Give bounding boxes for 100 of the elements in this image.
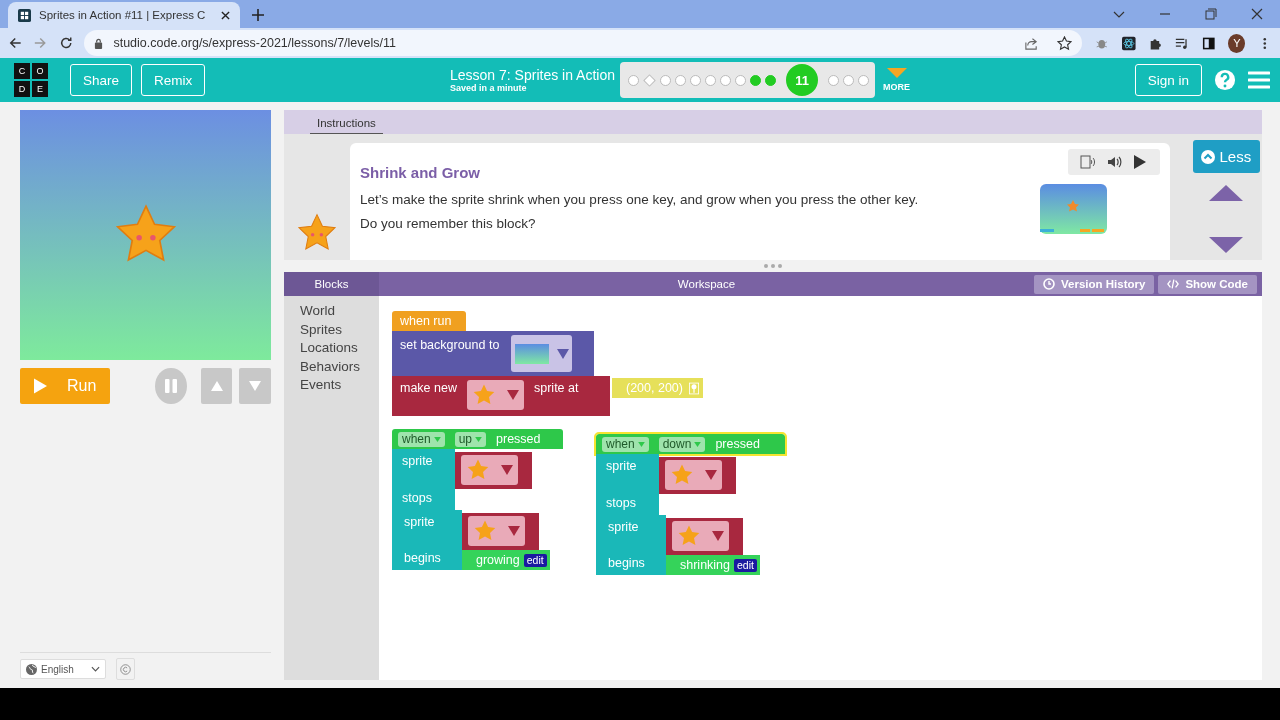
sprite-input-block[interactable] bbox=[666, 518, 743, 555]
block-label: set background to bbox=[400, 337, 500, 353]
copyright-icon bbox=[120, 663, 131, 675]
event-dropdown[interactable]: when bbox=[602, 436, 649, 452]
block-label: make new bbox=[400, 380, 457, 396]
block-label: begins bbox=[404, 550, 442, 566]
block-label: sprite bbox=[608, 519, 640, 535]
key-dropdown[interactable]: up bbox=[454, 431, 487, 447]
clock-icon bbox=[1043, 278, 1055, 290]
block-label: sprite bbox=[402, 453, 434, 469]
level-dot[interactable] bbox=[843, 74, 854, 86]
sprite-dropdown[interactable] bbox=[665, 460, 722, 490]
menu-icon[interactable] bbox=[1248, 71, 1270, 89]
block-label: stops bbox=[402, 490, 433, 506]
toolbox-category[interactable]: Behaviors bbox=[300, 357, 379, 376]
up-arrow-icon bbox=[210, 381, 223, 391]
immersive-reader-icon[interactable] bbox=[1080, 154, 1096, 170]
down-arrow-icon bbox=[249, 381, 262, 391]
toolbox-category[interactable]: World bbox=[300, 302, 379, 321]
lock-icon bbox=[94, 37, 104, 49]
instruction-title: Shrink and Grow bbox=[360, 164, 480, 181]
back-icon[interactable] bbox=[8, 35, 23, 51]
help-icon[interactable] bbox=[1214, 69, 1236, 91]
level-dot[interactable] bbox=[660, 74, 671, 86]
tab-title: Sprites in Action #11 | Express C bbox=[39, 9, 207, 21]
toolbox-category[interactable]: Locations bbox=[300, 339, 379, 358]
behavior-block[interactable]: shrinking edit bbox=[666, 555, 760, 575]
code-block[interactable]: set background to bbox=[392, 331, 594, 376]
caret-icon bbox=[507, 526, 520, 536]
block-label: sprite bbox=[606, 458, 638, 474]
scroll-up-icon[interactable] bbox=[1209, 185, 1243, 201]
star-icon bbox=[670, 463, 695, 487]
sprite-dropdown[interactable] bbox=[468, 516, 525, 546]
sprite-input-block[interactable] bbox=[455, 452, 532, 489]
star-icon bbox=[677, 524, 702, 548]
scroll-down-icon[interactable] bbox=[1209, 237, 1243, 253]
caret-icon bbox=[711, 531, 724, 541]
background-dropdown[interactable] bbox=[511, 335, 573, 372]
caret-icon bbox=[704, 470, 717, 480]
chevron-up-icon bbox=[1200, 149, 1215, 164]
language-select[interactable]: English bbox=[20, 659, 106, 679]
level-dot[interactable] bbox=[675, 74, 686, 86]
level-dot[interactable] bbox=[690, 74, 701, 86]
level-dot[interactable] bbox=[628, 74, 639, 86]
copyright-button[interactable] bbox=[116, 658, 135, 680]
play-icon[interactable] bbox=[1132, 154, 1148, 170]
close-icon[interactable] bbox=[221, 10, 230, 20]
code-icon bbox=[1167, 278, 1180, 290]
event-block[interactable]: when down pressed bbox=[596, 434, 785, 454]
sprite-dropdown[interactable] bbox=[467, 380, 524, 410]
less-button[interactable]: Less bbox=[1192, 140, 1260, 173]
sidebar-icon[interactable] bbox=[1201, 35, 1216, 51]
level-dot[interactable] bbox=[705, 74, 716, 86]
caret-icon bbox=[433, 436, 441, 442]
block-label: begins bbox=[608, 555, 646, 571]
star-icon bbox=[466, 458, 491, 482]
event-dropdown[interactable]: when bbox=[398, 431, 445, 447]
workspace-header: Workspace bbox=[677, 278, 736, 290]
edit-button[interactable]: edit bbox=[734, 558, 757, 572]
star-outline-icon[interactable] bbox=[1057, 35, 1073, 51]
forward-icon[interactable] bbox=[33, 35, 48, 51]
toolbox-category[interactable]: Events bbox=[300, 376, 379, 395]
profile-avatar[interactable]: Y bbox=[1228, 33, 1246, 53]
grid-icon bbox=[18, 8, 31, 22]
sprite-input-block[interactable] bbox=[659, 457, 736, 494]
event-block[interactable]: when up pressed bbox=[392, 429, 563, 449]
caret-icon bbox=[475, 436, 483, 442]
logo[interactable]: C O D E bbox=[14, 63, 48, 97]
close-icon[interactable] bbox=[1251, 8, 1263, 20]
sprite-dropdown[interactable] bbox=[672, 521, 729, 551]
new-tab-icon[interactable] bbox=[252, 9, 264, 21]
address-bar[interactable]: studio.code.org/s/express-2021/lessons/7/levels/11 bbox=[84, 30, 1083, 56]
level-dot[interactable] bbox=[735, 74, 746, 86]
level-dot[interactable] bbox=[720, 74, 731, 86]
level-dot[interactable] bbox=[765, 74, 776, 86]
block-label: pressed bbox=[715, 436, 760, 452]
toolbox-category[interactable]: Sprites bbox=[300, 320, 379, 339]
browser-tab[interactable]: Sprites in Action #11 | Express C bbox=[8, 2, 240, 28]
caret-icon bbox=[637, 441, 645, 447]
sprite-dropdown[interactable] bbox=[461, 455, 518, 485]
level-dot[interactable] bbox=[858, 74, 869, 86]
key-dropdown[interactable]: down bbox=[658, 436, 706, 452]
behavior-block[interactable]: growing edit bbox=[462, 550, 550, 570]
speaker-icon[interactable] bbox=[1106, 154, 1122, 170]
play-icon bbox=[34, 378, 47, 394]
blocks-header: Blocks bbox=[284, 272, 379, 296]
level-dot[interactable] bbox=[828, 74, 839, 86]
edit-button[interactable]: edit bbox=[523, 553, 547, 567]
caret-icon bbox=[500, 465, 513, 475]
caret-icon bbox=[556, 348, 569, 359]
level-dot[interactable] bbox=[750, 74, 761, 86]
block-label: sprite bbox=[404, 514, 436, 530]
sprite-input-block[interactable] bbox=[462, 513, 539, 550]
reload-icon[interactable] bbox=[58, 35, 74, 51]
star-icon bbox=[473, 519, 498, 543]
caret-icon bbox=[91, 666, 100, 672]
restore-icon[interactable] bbox=[1205, 8, 1217, 20]
caret-icon bbox=[694, 441, 702, 447]
resize-handle-icon[interactable] bbox=[764, 264, 782, 268]
atom-icon[interactable] bbox=[1121, 35, 1136, 51]
